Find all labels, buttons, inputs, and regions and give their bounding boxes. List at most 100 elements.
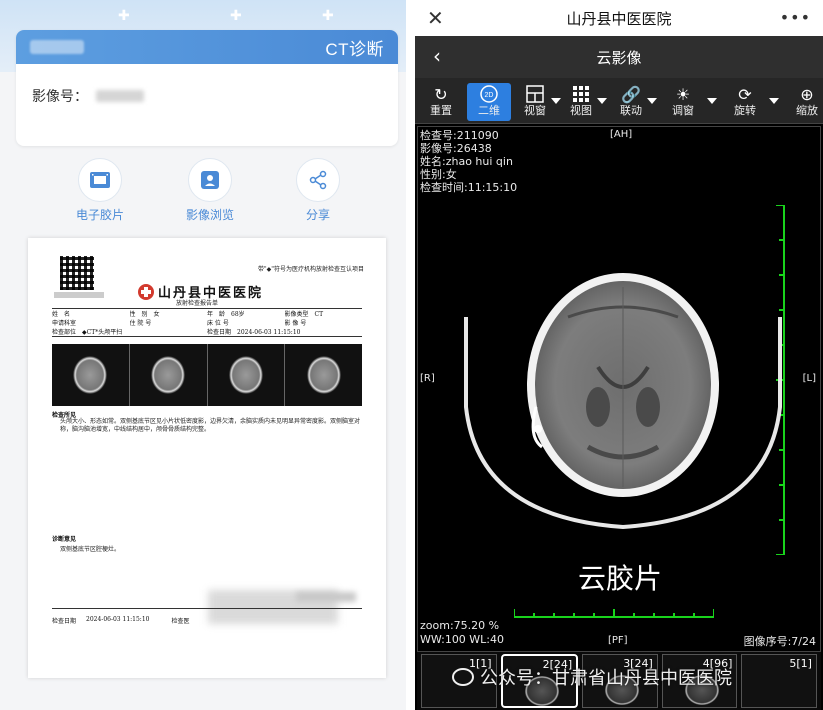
redacted-value [96,90,144,102]
redacted-label [30,40,84,54]
e-film-label: 电子胶片 [75,208,124,222]
footer-doctor-label: 检查医 [171,618,190,625]
report-ct-thumbnail [52,344,130,406]
diagnosis-text: 双侧基底节区腔梗灶。 [60,546,121,553]
report-subtitle: 放射检查报告单 [176,300,219,307]
findings-text: 头颅大小、形态如常。双侧基底节区见小片状低密度影，边界欠清，余脑实质内未见明显异… [60,418,361,433]
diagnosis-title: 诊断意见 [52,536,77,543]
patient-name: 姓名:zhao hui qin [420,155,513,168]
window-layout-label: 视窗 [524,104,546,117]
reset-icon: ↻ [434,84,448,104]
window-level-tool[interactable]: ☀ 调窗 [661,83,705,121]
back-icon[interactable]: ‹ [433,44,441,68]
orientation-right: [L] [802,373,816,384]
exam-card-header: CT诊断 [16,30,398,64]
2d-tool[interactable]: 2D 二维 [467,83,511,121]
red-cross-logo-icon [138,283,154,300]
image-browse-label: 影像浏览 [185,208,234,222]
image-number: 影像号:26438 [420,142,492,155]
redacted-signature [296,592,356,602]
exam-card: CT诊断 影像号： [16,30,398,146]
e-film-button[interactable]: 电子胶片 [50,158,150,223]
info-row: 申请科室 住 院 号 床 位 号 影 像 号 [52,318,362,327]
zoom-icon: ⊕ [800,84,814,104]
public-account-text: 公众号：甘肃省山丹县中医医院 [480,668,732,689]
info-cell: 年 龄 68岁 [207,311,245,318]
share-label: 分享 [305,208,330,222]
chevron-down-icon[interactable] [769,98,779,104]
info-cell: 影像类型 CT [284,311,324,318]
image-sequence: 图像序号:7/24 [743,635,816,648]
info-cell: 住 院 号 [129,320,152,327]
rotate-tool-label: 旋转 [734,104,756,117]
image-browse-button[interactable]: 影像浏览 [160,158,260,223]
ct-image-viewport[interactable]: 检查号:211090 影像号:26438 姓名:zhao hui qin 性别:… [417,126,821,652]
zoom-tool[interactable]: ⊕ 缩放 [785,83,823,121]
info-cell: 检查日期 2024-06-03 11:15:10 [207,329,301,336]
chevron-down-icon[interactable] [707,98,717,104]
app-title: 山丹县中医医院 [566,9,672,28]
exam-number: 检查号:211090 [420,129,499,142]
2d-tool-label: 二维 [478,104,500,117]
brightness-icon: ☀ [675,84,691,104]
report-document: 带"◆"符号为医疗机构放射检查互认项目 山丹县中医医院 放射检查报告单 姓 名 … [28,238,386,678]
qr-code [60,256,94,290]
page-title: 云影像 [596,48,642,67]
info-row: 检查部位 ◆CT*头颅平扫 检查日期 2024-06-03 11:15:10 [52,327,362,336]
cloud-film-watermark: 云胶片 [577,562,662,595]
redacted-qr-caption [54,292,104,298]
exam-time: 检查时间:11:15:10 [420,181,518,194]
report-image-strip [52,344,362,406]
plus-icon: ✚ [322,8,334,24]
chevron-down-icon[interactable] [551,98,561,104]
series-label: 5[1] [789,657,812,670]
viewer-panel: ✕ 山丹县中医医院 ••• ‹ 云影像 ↻ 重置 2D 二维 视窗 视图 🔗 联… [415,0,823,710]
chevron-down-icon[interactable] [647,98,657,104]
plus-icon: ✚ [118,8,130,24]
svg-text:2D: 2D [485,92,494,99]
image-number-label: 影像号： [32,89,88,105]
close-icon[interactable]: ✕ [427,6,444,30]
public-account-watermark: 公众号：甘肃省山丹县中医医院 [452,664,732,690]
orientation-left: [R] [420,373,435,384]
zoom-tool-label: 缩放 [796,104,818,117]
chevron-down-icon[interactable] [597,98,607,104]
mutual-recognition-notice: 带"◆"符号为医疗机构放射检查互认项目 [257,266,364,273]
2d-icon: 2D [467,83,511,105]
reset-tool[interactable]: ↻ 重置 [419,83,463,121]
info-cell: 床 位 号 [207,320,229,327]
film-icon [78,158,122,202]
nav-bar: ‹ 云影像 [415,36,823,78]
image-number-row: 影像号： [16,64,398,106]
window-width-level: WW:100 WL:40 [420,633,505,646]
grid-view-label: 视图 [570,104,592,117]
info-cell: 申请科室 [52,320,77,327]
patient-sex: 性别:女 [420,168,457,181]
patient-info-table: 姓 名 性 别 女 年 龄 68岁 影像类型 CT 申请科室 住 院 号 床 位… [52,308,362,337]
viewer-toolbar: ↻ 重置 2D 二维 视窗 视图 � [415,78,823,124]
report-ct-thumbnail [208,344,286,406]
more-icon[interactable]: ••• [780,8,811,27]
footer-date-label: 检查日期 [52,618,77,625]
wechat-icon [452,668,474,686]
info-cell: 影 像 号 [284,320,307,327]
image-browse-icon [188,158,232,202]
share-button[interactable]: 分享 [268,158,368,223]
rotate-tool[interactable]: ⟳ 旋转 [723,83,767,121]
info-cell: 姓 名 [52,311,71,318]
series-thumbnail[interactable]: 5[1] [741,654,817,708]
horizontal-scale-ruler [514,609,714,618]
report-panel: ✚ ✚ ✚ CT诊断 影像号： 电子胶片 影像浏览 分享 带"◆"符号为医疗机构… [0,0,406,710]
info-row: 姓 名 性 别 女 年 龄 68岁 影像类型 CT [52,309,362,318]
info-cell: 性 别 女 [129,311,160,318]
rotate-icon: ⟳ [738,84,752,104]
reset-tool-label: 重置 [430,104,452,117]
footer-date: 2024-06-03 11:15:10 [86,616,150,623]
link-tool-label: 联动 [620,104,642,117]
orientation-top: [AH] [610,129,633,140]
report-ct-thumbnail [285,344,362,406]
share-icon [296,158,340,202]
orientation-bottom: [PF] [608,635,628,646]
action-bar: 电子胶片 影像浏览 分享 [0,158,406,222]
exam-type-label: CT诊断 [325,39,384,59]
